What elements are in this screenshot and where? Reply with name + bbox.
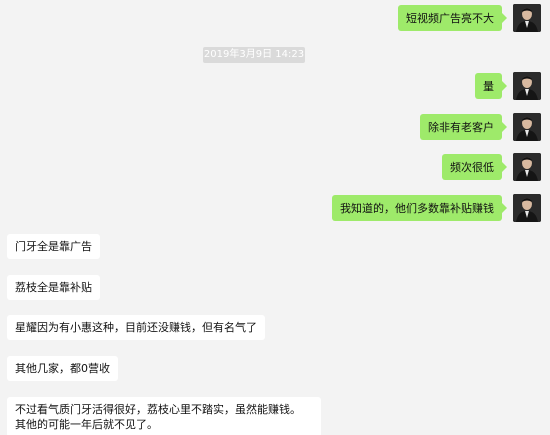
outgoing-message[interactable]: 短视频广告亮不大	[398, 5, 507, 31]
person-avatar-icon[interactable]	[513, 72, 541, 100]
person-avatar-icon[interactable]	[513, 194, 541, 222]
incoming-message[interactable]: 星耀因为有小惠这种，目前还没赚钱，但有名气了	[7, 315, 265, 340]
message-text: 我知道的，他们多数靠补贴赚钱	[340, 201, 494, 215]
incoming-message[interactable]: 不过看气质门牙活得很好，荔枝心里不踏实，虽然能赚钱。 其他的可能一年后就不见了。	[7, 397, 321, 435]
outgoing-message[interactable]: 我知道的，他们多数靠补贴赚钱	[332, 195, 507, 221]
outgoing-message[interactable]: 量	[475, 73, 507, 99]
message-text: 量	[483, 79, 494, 93]
outgoing-message[interactable]: 频次很低	[442, 154, 507, 180]
timestamp-divider: 2019年3月9日 14:23	[203, 47, 305, 63]
message-text: 除非有老客户	[428, 120, 494, 134]
person-avatar-icon[interactable]	[513, 113, 541, 141]
message-text: 荔枝全是靠补贴	[15, 281, 92, 294]
message-text: 星耀因为有小惠这种，目前还没赚钱，但有名气了	[15, 321, 257, 334]
message-text: 门牙全是靠广告	[15, 240, 92, 253]
incoming-message[interactable]: 荔枝全是靠补贴	[7, 275, 100, 300]
chat-window: 短视频广告亮不大 2019年3月9日 14:23 量 除非有老客户 频次很低 我…	[0, 0, 550, 435]
person-avatar-icon[interactable]	[513, 153, 541, 181]
incoming-message[interactable]: 其他几家，都0营收	[7, 356, 118, 381]
incoming-message[interactable]: 门牙全是靠广告	[7, 234, 100, 259]
outgoing-message[interactable]: 除非有老客户	[420, 114, 507, 140]
message-text-line: 不过看气质门牙活得很好，荔枝心里不踏实，虽然能赚钱。	[15, 403, 301, 416]
message-text: 其他几家，都0营收	[15, 362, 110, 375]
message-text-line: 其他的可能一年后就不见了。	[15, 418, 158, 431]
message-text: 短视频广告亮不大	[406, 11, 494, 25]
message-text: 频次很低	[450, 160, 494, 174]
person-avatar-icon[interactable]	[513, 4, 541, 32]
